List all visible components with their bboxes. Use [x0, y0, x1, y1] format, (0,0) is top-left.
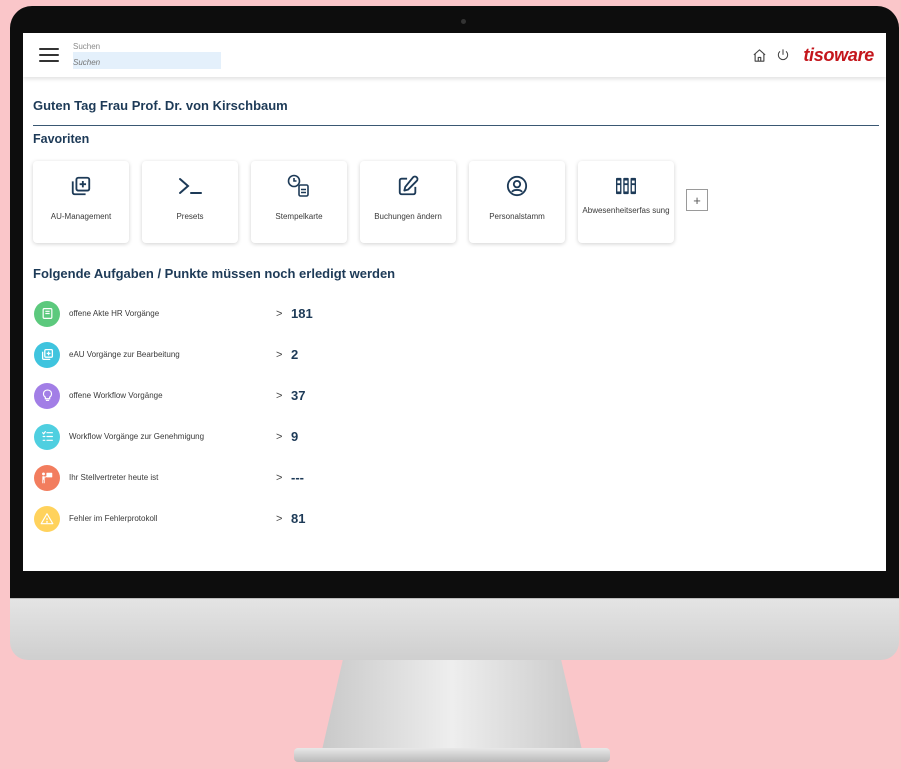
- task-count[interactable]: 2: [291, 347, 298, 362]
- task-count[interactable]: 81: [291, 511, 305, 526]
- fav-tile-buchungen-aendern[interactable]: Buchungen ändern: [360, 161, 456, 243]
- task-list: offene Akte HR Vorgänge > 181 eAU Vorgän…: [33, 293, 879, 539]
- lightbulb-icon: [34, 382, 60, 409]
- task-label: offene Akte HR Vorgänge: [69, 309, 160, 318]
- top-bar: Suchen tisoware: [23, 33, 886, 77]
- task-label: Fehler im Fehlerprotokoll: [69, 514, 158, 523]
- greeting: Guten Tag Frau Prof. Dr. von Kirschbaum: [33, 98, 288, 113]
- stacked-plus-icon: [70, 173, 92, 199]
- favorites-list: AU-Management Presets Stempelkarte Buchu…: [33, 161, 879, 243]
- terminal-icon: [176, 173, 204, 199]
- home-icon[interactable]: [752, 48, 767, 63]
- task-label: Ihr Stellvertreter heute ist: [69, 473, 159, 482]
- edit-icon: [397, 173, 419, 199]
- fav-tile-presets[interactable]: Presets: [142, 161, 238, 243]
- fav-label: Stempelkarte: [275, 212, 323, 221]
- search-box: Suchen: [73, 41, 221, 72]
- chevron-right-icon[interactable]: >: [276, 390, 291, 402]
- chevron-right-icon[interactable]: >: [276, 431, 291, 443]
- power-icon[interactable]: [776, 48, 790, 62]
- chevron-right-icon[interactable]: >: [276, 349, 291, 361]
- task-label: offene Workflow Vorgänge: [69, 391, 163, 400]
- fav-tile-personalstamm[interactable]: Personalstamm: [469, 161, 565, 243]
- task-row[interactable]: Fehler im Fehlerprotokoll > 81: [33, 498, 879, 539]
- menu-icon[interactable]: [39, 48, 59, 62]
- person-board-icon: [34, 464, 60, 491]
- monitor-stand-base: [294, 748, 610, 762]
- task-count[interactable]: 181: [291, 306, 313, 321]
- clock-card-icon: [286, 173, 312, 199]
- person-circle-icon: [506, 173, 528, 199]
- task-label: eAU Vorgänge zur Bearbeitung: [69, 350, 180, 359]
- chevron-right-icon[interactable]: >: [276, 472, 291, 484]
- task-row[interactable]: Ihr Stellvertreter heute ist > ---: [33, 457, 879, 498]
- binders-icon: [615, 173, 637, 199]
- fav-tile-au-management[interactable]: AU-Management: [33, 161, 129, 243]
- monitor-stand: [322, 660, 582, 750]
- fav-label: Personalstamm: [489, 212, 545, 221]
- stacked-plus-icon: [34, 341, 60, 368]
- warning-icon: [34, 505, 60, 532]
- fav-label: Presets: [176, 212, 204, 221]
- search-input[interactable]: [73, 54, 221, 72]
- add-favorite-button[interactable]: +: [686, 189, 708, 211]
- task-label: Workflow Vorgänge zur Genehmigung: [69, 432, 205, 441]
- topbar-actions: tisoware: [752, 45, 874, 66]
- main-content: Guten Tag Frau Prof. Dr. von Kirschbaum …: [23, 98, 886, 539]
- search-field-bg: [73, 51, 221, 72]
- monitor-chin: [10, 598, 899, 660]
- fav-label: Buchungen ändern: [374, 212, 442, 221]
- checklist-icon: [34, 423, 60, 450]
- tasks-heading: Folgende Aufgaben / Punkte müssen noch e…: [33, 266, 396, 281]
- chevron-right-icon[interactable]: >: [276, 513, 291, 525]
- task-count[interactable]: 9: [291, 429, 298, 444]
- fav-label: AU-Management: [50, 212, 112, 221]
- task-row[interactable]: Workflow Vorgänge zur Genehmigung > 9: [33, 416, 879, 457]
- fav-tile-stempelkarte[interactable]: Stempelkarte: [251, 161, 347, 243]
- app-screen: Suchen tisoware Guten Tag Frau Prof. Dr.…: [23, 33, 886, 571]
- task-row[interactable]: offene Akte HR Vorgänge > 181: [33, 293, 879, 334]
- task-row[interactable]: offene Workflow Vorgänge > 37: [33, 375, 879, 416]
- task-count[interactable]: 37: [291, 388, 305, 403]
- task-count[interactable]: ---: [291, 470, 304, 485]
- tisoware-logo: tisoware: [803, 44, 874, 65]
- favorites-heading: Favoriten: [33, 125, 879, 150]
- fav-label: Abwesenheitserfas sung: [582, 206, 670, 215]
- task-row[interactable]: eAU Vorgänge zur Bearbeitung > 2: [33, 334, 879, 375]
- camera-dot: [461, 19, 466, 24]
- chevron-right-icon[interactable]: >: [276, 308, 291, 320]
- fav-tile-abwesenheitserfassung[interactable]: Abwesenheitserfas sung: [578, 161, 674, 243]
- book-icon: [34, 300, 60, 327]
- search-label: Suchen: [73, 41, 109, 52]
